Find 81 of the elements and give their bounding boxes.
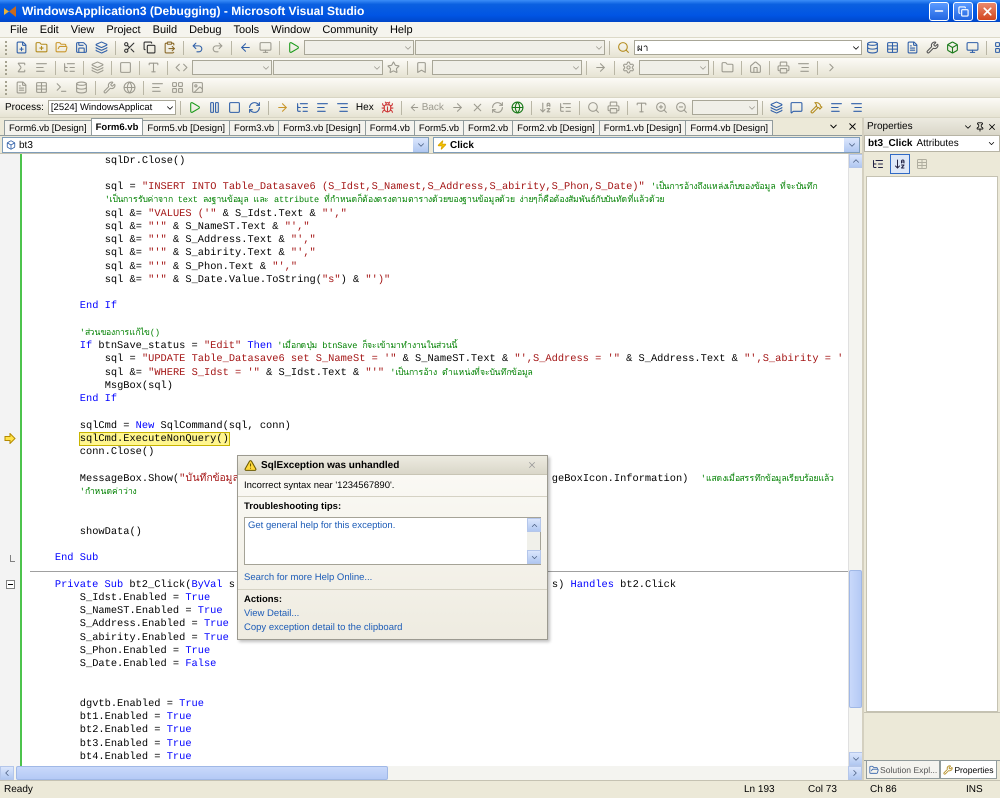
hex-button[interactable]: Hex	[352, 98, 377, 116]
code-line: Private Sub bt2_Click(ByVal s	[54, 578, 235, 591]
code-line: sql &= "VALUES ('" & S_Idst.Text & "',"	[104, 208, 347, 220]
process-label: Process:	[4, 102, 45, 113]
menu-item[interactable]: View	[64, 22, 100, 38]
document-tab[interactable]: Form3.vb [Design]	[278, 120, 366, 135]
help-link[interactable]: Get general help for this exception.	[248, 520, 396, 531]
code-line: MessageBox.Show("บันทึกข้อมูล	[80, 472, 238, 485]
code-line: S_Address.Enabled = True	[80, 618, 229, 630]
menu-item[interactable]: Community	[316, 22, 384, 38]
code-line: 'กำหนดค่าว่าง	[80, 486, 136, 498]
action-link[interactable]: View Detail...	[244, 608, 300, 619]
code-line: bt3.Enabled = True	[80, 738, 192, 750]
code-line: S_NameST.Enabled = True	[80, 605, 223, 618]
panel-title: Properties	[867, 121, 914, 132]
code-line: End If	[80, 300, 118, 312]
menu-item[interactable]: Debug	[183, 22, 228, 38]
class-dropdown[interactable]: bt3	[2, 137, 429, 153]
code-line: sql &= "'" & S_NameST.Text & "',"	[104, 220, 310, 233]
code-line: S_Idst.Enabled = True	[80, 592, 210, 604]
code-line: sql &= "'" & S_Date.Value.ToString("s") & "')"	[104, 274, 390, 286]
document-tab[interactable]: Form4.vb	[364, 120, 415, 135]
menu-item[interactable]: Window	[265, 22, 316, 38]
column-number: Col 73	[808, 784, 838, 795]
code-line: sql = "UPDATE Table_Datasave6 set S_NameSt = '" & S_NameST.Text & "',S_Address = '" & S_Address.Text & "',S_abirity = '	[104, 353, 844, 366]
document-tab[interactable]: Form3.vb	[229, 120, 280, 135]
code-line: bt1.Enabled = True	[80, 711, 192, 724]
menu-item[interactable]: Tools	[228, 22, 266, 38]
line-number: Ln 193	[744, 784, 776, 795]
code-line: S_abirity.Enabled = True	[80, 632, 229, 644]
menu-item[interactable]: Help	[384, 22, 419, 38]
window-title: WindowsApplication3 (Debugging) - Microsoft Visual Studio	[22, 4, 366, 18]
code-line: bt2.Enabled = True	[80, 724, 192, 736]
code-line: sql &= "'" & S_Phon.Text & "',"	[104, 260, 298, 273]
code-line: bt4.Enabled = True	[80, 750, 192, 763]
action-link[interactable]: Copy exception detail to the clipboard	[244, 622, 402, 633]
menu-item[interactable]: Build	[146, 22, 184, 38]
find-dropdown[interactable]: ผา	[634, 40, 862, 55]
process-dropdown[interactable]: [2524] WindowsApplicat	[48, 100, 176, 115]
exception-message: Incorrect syntax near '1234567890'.	[244, 480, 394, 491]
code-line: 'เป็นการรับค่าจาก text ลงฐานข้อมูล และ attribute ที่กำหนดก็ต้องตรงตามตารางด้วยของฐานข้อมูลด้วย ง่ายๆก็คือต้องสัมพันธ์กับบันทัดที่แล้วด้วย	[104, 194, 664, 206]
section-heading: Troubleshooting tips:	[244, 501, 342, 512]
menu-item[interactable]: Edit	[34, 22, 65, 38]
document-tab[interactable]: Form1.vb [Design]	[598, 120, 686, 135]
object-dropdown[interactable]: bt3_Click Attributes	[864, 135, 1000, 152]
code-line: 'ส่วนของการแก้ไข()	[80, 326, 160, 339]
code-line: If btnSave_status = "Edit" Then 'เมื่อกดปุ่ม btnSave ก็จะเข้ามาทำงานในส่วนนี้	[80, 340, 458, 352]
document-tab[interactable]: Form2.vb	[463, 120, 514, 135]
code-line: sql &= "WHERE S_Idst = '" & S_Idst.Text & "'" 'เป็นการอ้าง ตำแหน่งที่จะบันทึกข้อมูล	[104, 366, 533, 379]
code-line: End If	[80, 393, 118, 406]
panel-tab[interactable]: Solution Expl...	[866, 761, 940, 779]
code-line: sqlDr.Close()	[104, 154, 186, 167]
code-line: dgvtb.Enabled = True	[80, 698, 204, 710]
char-number: Ch 86	[870, 784, 898, 795]
popup-title: SqlException was unhandled	[261, 460, 400, 470]
section-heading: Actions:	[244, 594, 282, 605]
method-dropdown[interactable]: Click	[433, 137, 860, 153]
code-line: sql = "INSERT INTO Table_Datasave6 (S_Idst,S_Namest,S_Address,S_abirity,S_Phon,S_Date)" 'เป็นการอ้างถึงแหล่งเก็บของข้อมูล ที่จะบันทึก	[104, 181, 818, 194]
code-line: S_Date.Enabled = False	[80, 658, 216, 670]
document-tab[interactable]: Form6.vb [Design]	[4, 120, 92, 135]
code-line: sql &= "'" & S_Address.Text & "',"	[104, 234, 316, 246]
status-message: Ready	[4, 784, 34, 795]
document-tab[interactable]: Form5.vb	[414, 120, 464, 135]
document-tab[interactable]: Form5.vb [Design]	[142, 120, 230, 135]
document-tab[interactable]: Form6.vb	[90, 118, 144, 135]
insert-mode: INS	[966, 784, 984, 795]
document-tab[interactable]: Form2.vb [Design]	[512, 120, 600, 135]
code-line: S_Phon.Enabled = True	[80, 644, 210, 657]
code-line: showData()	[80, 526, 142, 538]
menu-item[interactable]: File	[4, 22, 34, 38]
code-line: sql &= "'" & S_abirity.Text & "',"	[104, 247, 316, 260]
panel-tab[interactable]: Properties	[940, 761, 996, 779]
code-line: conn.Close()	[80, 446, 154, 458]
code-line: MsgBox(sql)	[104, 380, 173, 392]
help-online-link[interactable]: Search for more Help Online...	[244, 572, 372, 583]
code-line: sqlCmd = New SqlCommand(sql, conn)	[80, 420, 291, 432]
code-line: End Sub	[54, 552, 98, 564]
code-line: geBoxIcon.Information) 'แสดงเมื่อสรรทึกข้อมูลเรียบร้อยแล้ว	[552, 472, 834, 485]
document-tab[interactable]: Form4.vb [Design]	[685, 120, 774, 135]
menu-item[interactable]: Project	[100, 22, 147, 38]
code-line: s) Handles bt2.Click	[552, 578, 676, 591]
